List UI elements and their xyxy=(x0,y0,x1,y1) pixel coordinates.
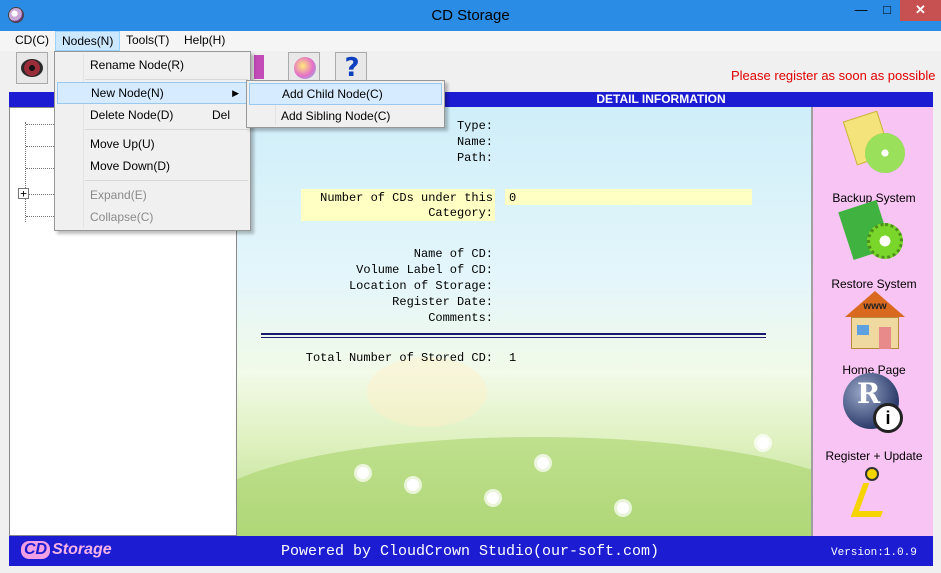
balloon-icon xyxy=(294,57,316,79)
menu-item-move-down[interactable]: Move Down(D) xyxy=(57,155,248,177)
menu-bar: CD(C) Nodes(N) Tools(T) Help(H) xyxy=(0,31,941,51)
num-cds-value-bg xyxy=(505,189,752,205)
location-label: Location of Storage: xyxy=(348,279,493,293)
menu-separator xyxy=(85,180,248,181)
menu-help[interactable]: Help(H) xyxy=(178,31,231,51)
menu-item-expand: Expand(E) xyxy=(57,184,248,206)
title-bar: CD Storage — □ ✕ xyxy=(0,0,941,31)
menu-item-add-sibling-node[interactable]: Add Sibling Node(C) xyxy=(249,105,442,127)
exit-runner-icon[interactable] xyxy=(843,465,905,527)
menu-cd[interactable]: CD(C) xyxy=(9,31,55,51)
menu-item-label: Add Sibling Node(C) xyxy=(281,109,391,123)
maximize-button[interactable]: □ xyxy=(874,0,900,21)
home-badge: www xyxy=(863,301,887,312)
menu-item-add-child-node[interactable]: Add Child Node(C) xyxy=(249,83,442,105)
new-node-submenu: Add Child Node(C) Add Sibling Node(C) xyxy=(246,80,445,128)
background-flower xyxy=(487,492,499,504)
tree-expander[interactable]: + xyxy=(18,188,29,199)
name-label: Name: xyxy=(456,135,493,149)
menu-tools[interactable]: Tools(T) xyxy=(120,31,175,51)
menu-item-new-node[interactable]: New Node(N) ▶ xyxy=(57,82,248,104)
comments-label: Comments: xyxy=(428,311,493,325)
side-panel: Backup System Restore System www Home Pa… xyxy=(811,107,933,536)
category-label: Category: xyxy=(428,206,493,220)
header-band-right xyxy=(811,92,933,107)
menu-item-label: Move Down(D) xyxy=(90,159,171,173)
cd-name-label: Name of CD: xyxy=(413,247,493,261)
background-figure xyxy=(367,357,487,427)
logo-cd: CD xyxy=(21,541,51,559)
menu-item-label: Delete Node(D) xyxy=(90,108,174,122)
app-logo: CD Storage xyxy=(21,541,112,559)
menu-item-collapse: Collapse(C) xyxy=(57,206,248,228)
minimize-button[interactable]: — xyxy=(848,0,874,21)
register-update-button[interactable]: Register + Update xyxy=(813,449,935,463)
menu-item-rename-node[interactable]: Rename Node(R) xyxy=(57,54,248,76)
menu-separator xyxy=(85,79,248,80)
background-flower xyxy=(537,457,549,469)
tree-line xyxy=(25,122,26,222)
version-text: Version:1.0.9 xyxy=(831,547,917,559)
menu-item-shortcut: Del xyxy=(211,108,230,122)
detail-panel: Type: Name: Path: Number of CDs under th… xyxy=(237,107,811,536)
volume-label: Volume Label of CD: xyxy=(356,263,493,277)
menu-nodes[interactable]: Nodes(N) xyxy=(55,31,121,51)
restore-icon[interactable] xyxy=(838,200,905,263)
submenu-arrow-icon: ▶ xyxy=(232,88,239,98)
type-label: Type: xyxy=(456,119,493,133)
help-question-icon: ? xyxy=(344,53,360,83)
menu-item-label: Move Up(U) xyxy=(90,137,155,151)
background-flower xyxy=(357,467,369,479)
background-flower xyxy=(617,502,629,514)
powered-by-text: Powered by CloudCrown Studio(our-soft.co… xyxy=(281,543,660,560)
register-note: Please register as soon as possible xyxy=(731,68,936,83)
backup-icon[interactable] xyxy=(842,110,905,175)
window-title: CD Storage xyxy=(431,7,510,24)
divider xyxy=(261,333,766,335)
menu-separator xyxy=(85,129,248,130)
total-label: Total Number of Stored CD: xyxy=(305,351,493,365)
menu-item-label: Rename Node(R) xyxy=(90,58,185,72)
menu-item-label: Expand(E) xyxy=(90,188,147,202)
menu-item-label: Collapse(C) xyxy=(90,210,154,224)
cd-disc-icon xyxy=(21,59,43,77)
path-label: Path: xyxy=(456,151,493,165)
divider xyxy=(261,337,766,338)
logo-text: Storage xyxy=(52,541,112,558)
register-date-label: Register Date: xyxy=(392,295,493,309)
home-page-icon[interactable]: www xyxy=(843,287,905,349)
arrow-down-icon xyxy=(254,55,264,79)
detail-header: DETAIL INFORMATION xyxy=(441,92,811,107)
toolbar-cd-button[interactable] xyxy=(16,52,48,84)
menu-item-move-up[interactable]: Move Up(U) xyxy=(57,133,248,155)
menu-item-delete-node[interactable]: Delete Node(D) Del xyxy=(57,104,248,126)
total-value: 1 xyxy=(509,351,517,365)
close-button[interactable]: ✕ xyxy=(900,0,941,21)
register-update-icon[interactable]: Ri xyxy=(843,373,905,435)
background-flower xyxy=(407,479,419,491)
footer-bar: CD Storage Powered by CloudCrown Studio(o… xyxy=(9,536,933,566)
nodes-dropdown-menu: Rename Node(R) New Node(N) ▶ Delete Node(… xyxy=(54,51,251,231)
background-flower xyxy=(757,437,769,449)
menu-item-label: New Node(N) xyxy=(91,86,164,100)
num-cds-label: Number of CDs under this xyxy=(320,191,493,205)
num-cds-value: 0 xyxy=(509,191,517,205)
menu-item-label: Add Child Node(C) xyxy=(282,87,383,101)
background-hill xyxy=(237,437,811,536)
